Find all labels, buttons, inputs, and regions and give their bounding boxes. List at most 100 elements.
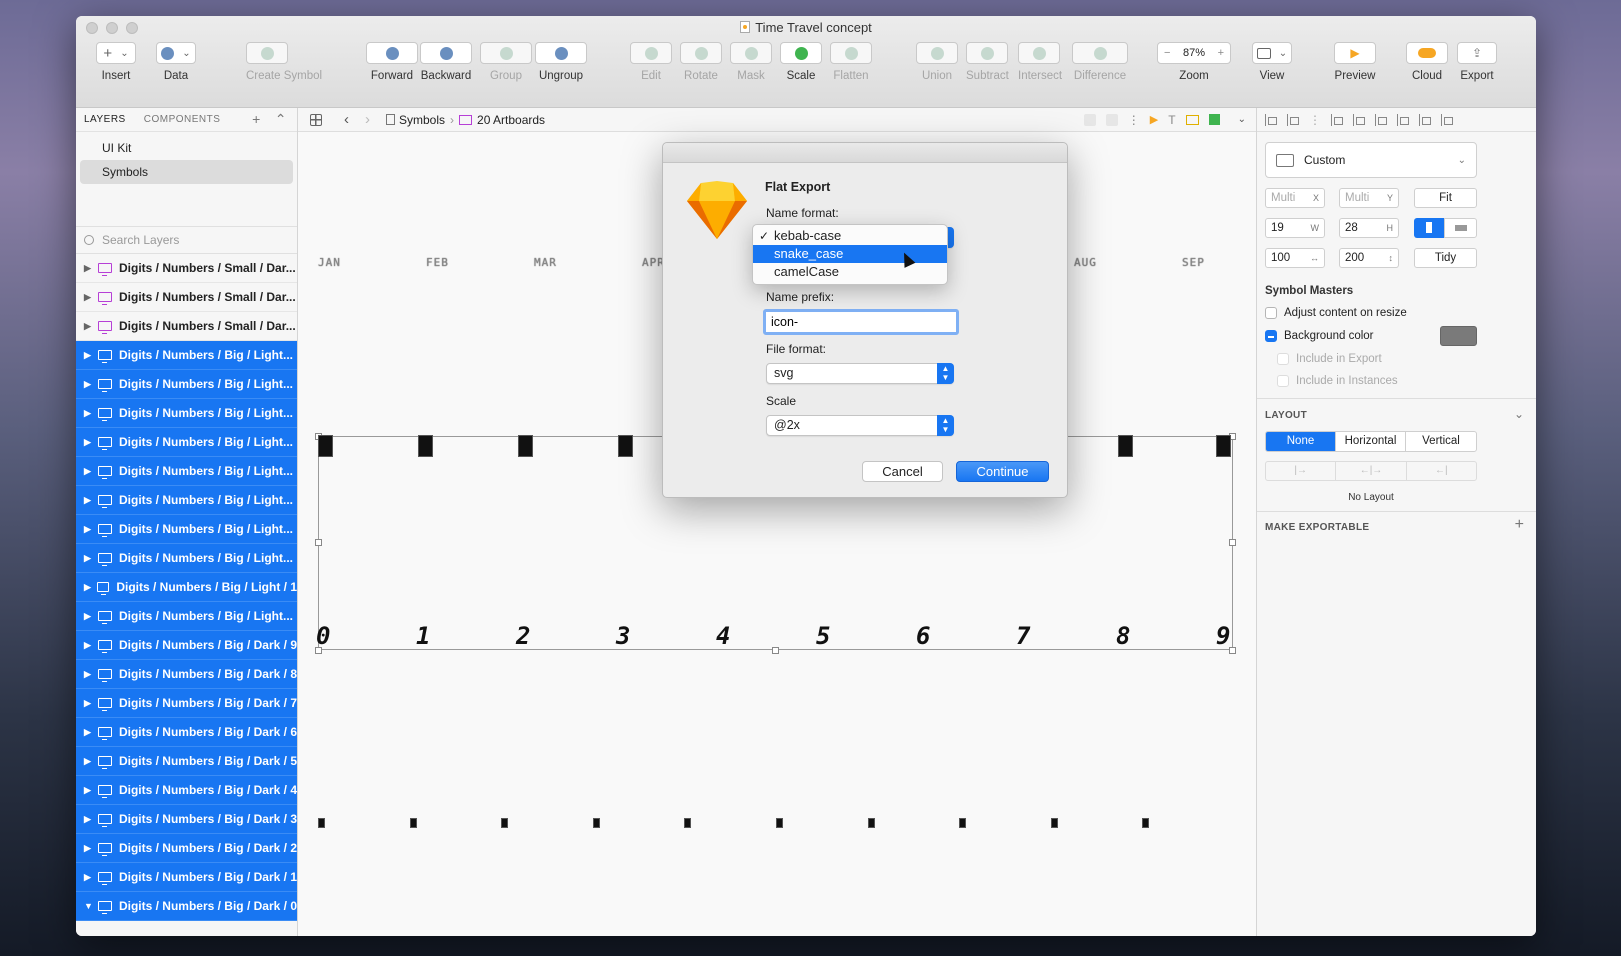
back-icon[interactable]: ‹ [344, 111, 349, 128]
scale-select[interactable]: @2x ▲ ▼ [766, 415, 954, 436]
toolbar-create-symbol-button[interactable]: Create Symbol [246, 42, 322, 82]
layer-row[interactable]: ▶ Digits / Numbers / Big / Light / 1 [76, 573, 297, 602]
layout-align-right-icon[interactable]: ←| [1407, 462, 1476, 480]
light-digit-artboard[interactable] [1118, 435, 1133, 457]
resize-handle[interactable] [772, 647, 779, 654]
align-center-h-icon[interactable] [1353, 113, 1365, 126]
toolbar-flatten-button[interactable]: Flatten [830, 42, 872, 82]
toolbar-preview-button[interactable]: ▶ Preview [1334, 42, 1376, 82]
small-digit-artboard[interactable] [867, 818, 875, 828]
page-symbols[interactable]: Symbols [80, 160, 293, 184]
toolbar-rotate-button[interactable]: Rotate [680, 42, 722, 82]
dark-digit-artboard[interactable]: 5 [816, 622, 830, 650]
toolbar-cloud-button[interactable]: Cloud [1406, 42, 1448, 82]
light-digit-artboard[interactable] [318, 435, 333, 457]
disclosure-collapsed-icon[interactable]: ▶ [84, 292, 98, 303]
toolbar-forward-button[interactable]: Forward [366, 42, 418, 82]
light-digit-artboard[interactable] [418, 435, 433, 457]
layer-row[interactable]: ▶ Digits / Numbers / Big / Light... [76, 428, 297, 457]
fit-button[interactable]: Fit [1414, 188, 1477, 208]
add-export-icon[interactable]: + [1515, 516, 1524, 534]
disclosure-collapsed-icon[interactable]: ▶ [84, 640, 98, 651]
disclosure-collapsed-icon[interactable]: ▶ [84, 553, 98, 564]
dark-digit-artboard[interactable]: 0 [316, 622, 330, 650]
small-digit-artboard[interactable] [776, 818, 783, 828]
zoom-out-icon[interactable]: − [1164, 47, 1170, 59]
dark-digit-artboard[interactable]: 8 [1116, 622, 1130, 650]
disclosure-collapsed-icon[interactable]: ▶ [84, 669, 98, 680]
toolbar-zoom-button[interactable]: −87% + Zoom [1157, 42, 1231, 82]
align-top-icon[interactable] [1397, 113, 1409, 126]
layer-row[interactable]: ▶ Digits / Numbers / Big / Dark / 6 [76, 718, 297, 747]
distribute-vertical-icon[interactable] [1287, 113, 1299, 126]
tidy-button[interactable]: Tidy [1414, 248, 1477, 268]
small-digit-artboard[interactable] [959, 818, 967, 828]
align-bottom-icon[interactable] [1441, 113, 1453, 126]
layer-row[interactable]: ▼ Digits / Numbers / Big / Dark / 0 [76, 892, 297, 921]
device-icon[interactable] [1185, 114, 1199, 125]
dark-digit-artboard[interactable]: 1 [416, 622, 430, 650]
layout-align-left-icon[interactable]: |→ [1266, 462, 1337, 480]
toolbar-ungroup-button[interactable]: Ungroup [535, 42, 587, 82]
layer-row[interactable]: ▶ Digits / Numbers / Big / Dark / 3 [76, 805, 297, 834]
layer-row[interactable]: ▶ Digits / Numbers / Big / Light... [76, 544, 297, 573]
text-icon[interactable]: T [1168, 113, 1175, 127]
layer-row[interactable]: ▶ Digits / Numbers / Big / Light... [76, 457, 297, 486]
background-color-swatch[interactable] [1440, 326, 1477, 346]
toolbar-group-button[interactable]: Group [480, 42, 532, 82]
light-digit-artboard[interactable] [518, 435, 533, 457]
light-digit-artboard[interactable] [1216, 435, 1231, 457]
include-in-instances-checkbox[interactable]: Include in Instances [1277, 375, 1398, 387]
small-digit-artboard[interactable] [592, 818, 600, 828]
page-ui-kit[interactable]: UI Kit [80, 136, 293, 160]
height-field[interactable]: 28 H [1339, 218, 1399, 238]
distribute-horizontal-icon[interactable] [1265, 113, 1277, 126]
layer-row[interactable]: ▶ Digits / Numbers / Big / Light... [76, 486, 297, 515]
disclosure-collapsed-icon[interactable]: ▶ [84, 524, 98, 535]
disclosure-collapsed-icon[interactable]: ▶ [84, 727, 98, 738]
small-digit-artboard[interactable] [1142, 818, 1150, 828]
disclosure-collapsed-icon[interactable]: ▶ [84, 582, 97, 593]
small-digit-artboard[interactable] [501, 818, 509, 828]
tab-components[interactable]: COMPONENTS [144, 114, 221, 125]
resize-handle[interactable] [315, 539, 322, 546]
name-prefix-input[interactable] [763, 309, 959, 335]
layout-option-vertical[interactable]: Vertical [1406, 432, 1476, 451]
disclosure-collapsed-icon[interactable]: ▶ [84, 843, 98, 854]
disclosure-collapsed-icon[interactable]: ▶ [84, 785, 98, 796]
toolbar-scale-button[interactable]: Scale [780, 42, 822, 82]
dark-digit-artboard[interactable]: 7 [1016, 622, 1030, 650]
toolbar-data-button[interactable]: ⌄ Data [156, 42, 196, 82]
name-format-option[interactable]: snake_case [753, 245, 947, 263]
layout-align-center-icon[interactable]: ←|→ [1336, 462, 1407, 480]
small-digit-artboard[interactable] [318, 818, 325, 828]
layer-row[interactable]: ▶ Digits / Numbers / Big / Dark / 2 [76, 834, 297, 863]
width-field[interactable]: 19 W [1265, 218, 1325, 238]
disclosure-collapsed-icon[interactable]: ▶ [84, 814, 98, 825]
orientation-landscape-button[interactable] [1444, 218, 1477, 238]
layer-row[interactable]: ▶ Digits / Numbers / Big / Dark / 4 [76, 776, 297, 805]
download-icon[interactable] [1105, 113, 1118, 126]
grid-rows-field[interactable]: 200 ↕ [1339, 248, 1399, 268]
adjust-content-checkbox[interactable]: Adjust content on resize [1265, 307, 1407, 319]
hotspot-icon[interactable] [1083, 113, 1096, 126]
small-digit-artboard[interactable] [1050, 818, 1058, 828]
add-page-icon[interactable]: + [252, 111, 261, 128]
background-color-checkbox[interactable]: Background color [1265, 330, 1374, 342]
toolbar-difference-button[interactable]: Difference [1072, 42, 1128, 82]
dark-digit-artboard[interactable]: 9 [1216, 622, 1230, 650]
more-vertical-icon[interactable]: ⋮ [1128, 113, 1140, 127]
breadcrumb-artboards[interactable]: 20 Artboards [477, 113, 545, 127]
toolbar-intersect-button[interactable]: Intersect [1018, 42, 1062, 82]
collapse-pages-icon[interactable]: ⌃ [275, 111, 287, 128]
toolbar-insert-button[interactable]: + ⌄ Insert [96, 42, 136, 82]
layer-row[interactable]: ▶ Digits / Numbers / Big / Light... [76, 341, 297, 370]
cancel-button[interactable]: Cancel [862, 461, 943, 482]
layer-row[interactable]: ▶ Digits / Numbers / Big / Dark / 8 [76, 660, 297, 689]
resize-handle[interactable] [1229, 539, 1236, 546]
layout-option-none[interactable]: None [1266, 432, 1336, 451]
name-format-option[interactable]: camelCase [753, 263, 947, 281]
dark-digit-artboard[interactable]: 2 [516, 622, 530, 650]
disclosure-collapsed-icon[interactable]: ▶ [84, 321, 98, 332]
layer-row[interactable]: ▶ Digits / Numbers / Big / Dark / 1 [76, 863, 297, 892]
